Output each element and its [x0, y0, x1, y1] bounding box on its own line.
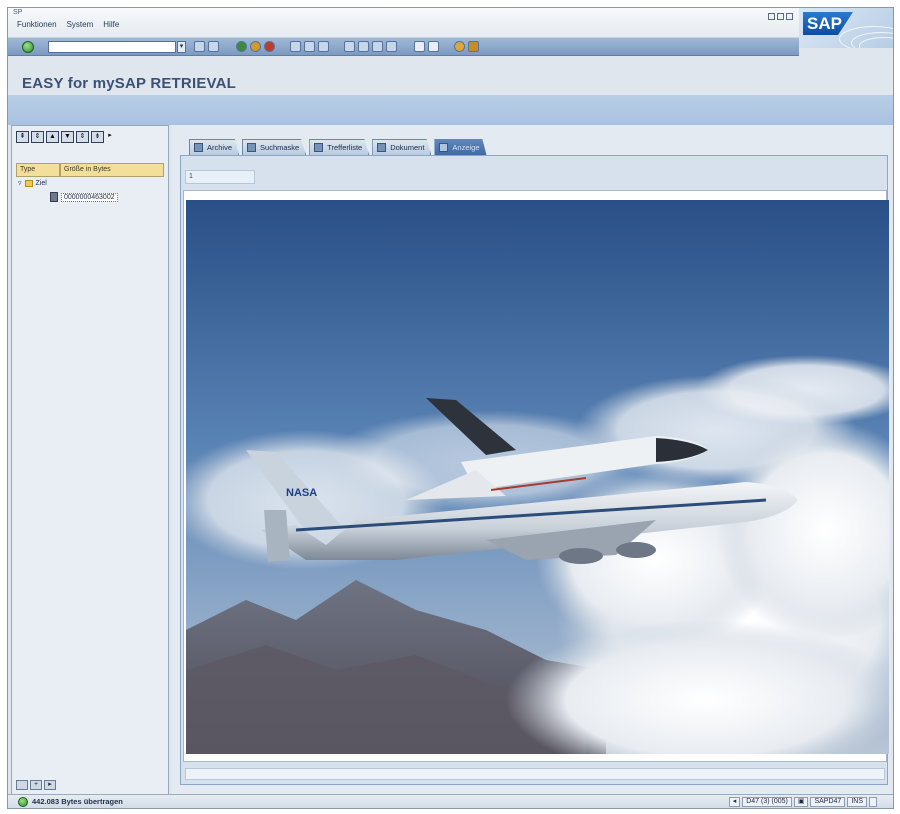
last-page-icon[interactable] [386, 41, 397, 52]
cancel-icon[interactable] [264, 41, 275, 52]
tab-display[interactable]: Anzeige [434, 139, 487, 155]
menu-bar: Funktionen System Hilfe [17, 20, 119, 29]
back-icon[interactable] [236, 41, 247, 52]
expand-arrow-icon[interactable]: ▿ [18, 179, 22, 187]
layout-menu-icon[interactable] [468, 41, 479, 52]
menu-system[interactable]: System [67, 20, 94, 29]
command-field[interactable] [48, 41, 176, 53]
standard-toolbar: ▾ [8, 38, 799, 56]
column-type[interactable]: Type [16, 163, 60, 177]
tab-body: 1 NASA [180, 155, 889, 785]
menu-hilfe[interactable]: Hilfe [103, 20, 119, 29]
expand-icon[interactable]: ⇕ [76, 131, 89, 143]
document-icon [377, 143, 387, 152]
document-image: NASA [186, 200, 889, 754]
sap-logo: SAP [799, 8, 893, 48]
save-variant-icon[interactable] [208, 41, 219, 52]
status-server[interactable]: SAPD47 [810, 797, 846, 807]
display-icon [439, 143, 449, 152]
tab-label: Dokument [390, 142, 425, 152]
find-icon[interactable] [304, 41, 315, 52]
tree-toolbar: ⇞ ⇕ ▲ ▼ ⇕ ⇟ ▸ [16, 131, 114, 143]
panel-scroll-controls: + ▸ [16, 780, 56, 790]
content-area: Archive Suchmaske Trefferliste Dokument … [172, 125, 891, 797]
tab-document[interactable]: Dokument [372, 139, 432, 155]
search-mask-icon [247, 143, 257, 152]
tree-column-header: Type Größe in Bytes [16, 163, 166, 177]
move-down-icon[interactable]: ▼ [61, 131, 74, 143]
new-session-icon[interactable] [414, 41, 425, 52]
next-page-icon[interactable] [372, 41, 383, 52]
collapse-all-icon[interactable]: ⇞ [16, 131, 29, 143]
tab-label: Trefferliste [327, 142, 363, 152]
application-toolbar [8, 95, 893, 125]
status-system[interactable]: D47 (3) (005) [742, 797, 792, 807]
minimize-icon[interactable] [768, 13, 775, 20]
more-icon[interactable]: ▸ [106, 131, 114, 143]
folder-icon [24, 179, 33, 187]
sap-window: SP Funktionen System Hilfe SAP ▾ EASY fo… [7, 7, 894, 809]
document-viewer[interactable]: NASA [183, 190, 889, 762]
move-up-icon[interactable]: ▲ [46, 131, 59, 143]
svg-text:NASA: NASA [286, 487, 317, 499]
page-selector[interactable]: 1 [185, 170, 255, 184]
viewer-scrollbar[interactable] [185, 768, 885, 780]
status-bar: 442.083 Bytes übertragen ◂ D47 (3) (005)… [8, 794, 893, 808]
shortcut-icon[interactable] [428, 41, 439, 52]
scroll-left-icon[interactable] [16, 780, 28, 790]
expand-all-icon[interactable]: ⇕ [31, 131, 44, 143]
tab-archive[interactable]: Archive [189, 139, 240, 155]
tab-hit-list[interactable]: Trefferliste [309, 139, 370, 155]
tab-label: Archive [207, 142, 233, 152]
help-icon[interactable] [454, 41, 465, 52]
first-page-icon[interactable] [344, 41, 355, 52]
status-ok-icon [18, 797, 28, 807]
status-expand-icon[interactable]: ◂ [728, 797, 741, 807]
save-icon[interactable] [194, 41, 205, 52]
close-icon[interactable] [786, 13, 793, 20]
status-server-icon: ▣ [793, 797, 809, 807]
status-mode[interactable]: INS [847, 797, 867, 807]
title-bar: SP Funktionen System Hilfe [8, 8, 893, 38]
find-next-icon[interactable] [318, 41, 329, 52]
status-fields: ◂ D47 (3) (005) ▣ SAPD47 INS [728, 797, 877, 807]
window-controls [768, 13, 793, 20]
status-lock-icon [869, 797, 877, 807]
document-id: 0000000463002 [61, 192, 118, 202]
tab-search-mask[interactable]: Suchmaske [242, 139, 307, 155]
tab-strip: Archive Suchmaske Trefferliste Dokument … [189, 139, 490, 155]
previous-page-icon[interactable] [358, 41, 369, 52]
scroll-right-icon[interactable]: ▸ [44, 780, 56, 790]
tree-node-root[interactable]: ▿ Ziel [18, 179, 47, 187]
tree-panel: ⇞ ⇕ ▲ ▼ ⇕ ⇟ ▸ Type Größe in Bytes ▿ Ziel… [11, 125, 169, 795]
command-dropdown[interactable]: ▾ [177, 41, 186, 53]
tab-label: Anzeige [452, 142, 480, 152]
column-size[interactable]: Größe in Bytes [60, 163, 164, 177]
document-icon [50, 192, 58, 202]
status-message: 442.083 Bytes übertragen [32, 797, 123, 806]
app-mark: SP [13, 9, 23, 16]
scroll-position-icon[interactable]: + [30, 780, 42, 790]
collapse-icon[interactable]: ⇟ [91, 131, 104, 143]
page-title: EASY for mySAP RETRIEVAL [22, 75, 237, 92]
hit-list-icon [314, 143, 324, 152]
maximize-icon[interactable] [777, 13, 784, 20]
enter-button[interactable] [22, 41, 34, 53]
print-icon[interactable] [290, 41, 301, 52]
tab-label: Suchmaske [260, 142, 300, 152]
exit-icon[interactable] [250, 41, 261, 52]
menu-funktionen[interactable]: Funktionen [17, 20, 57, 29]
tree-node-document[interactable]: 0000000463002 [50, 191, 160, 203]
archive-icon [194, 143, 203, 152]
tree-node-label: Ziel [35, 179, 47, 187]
